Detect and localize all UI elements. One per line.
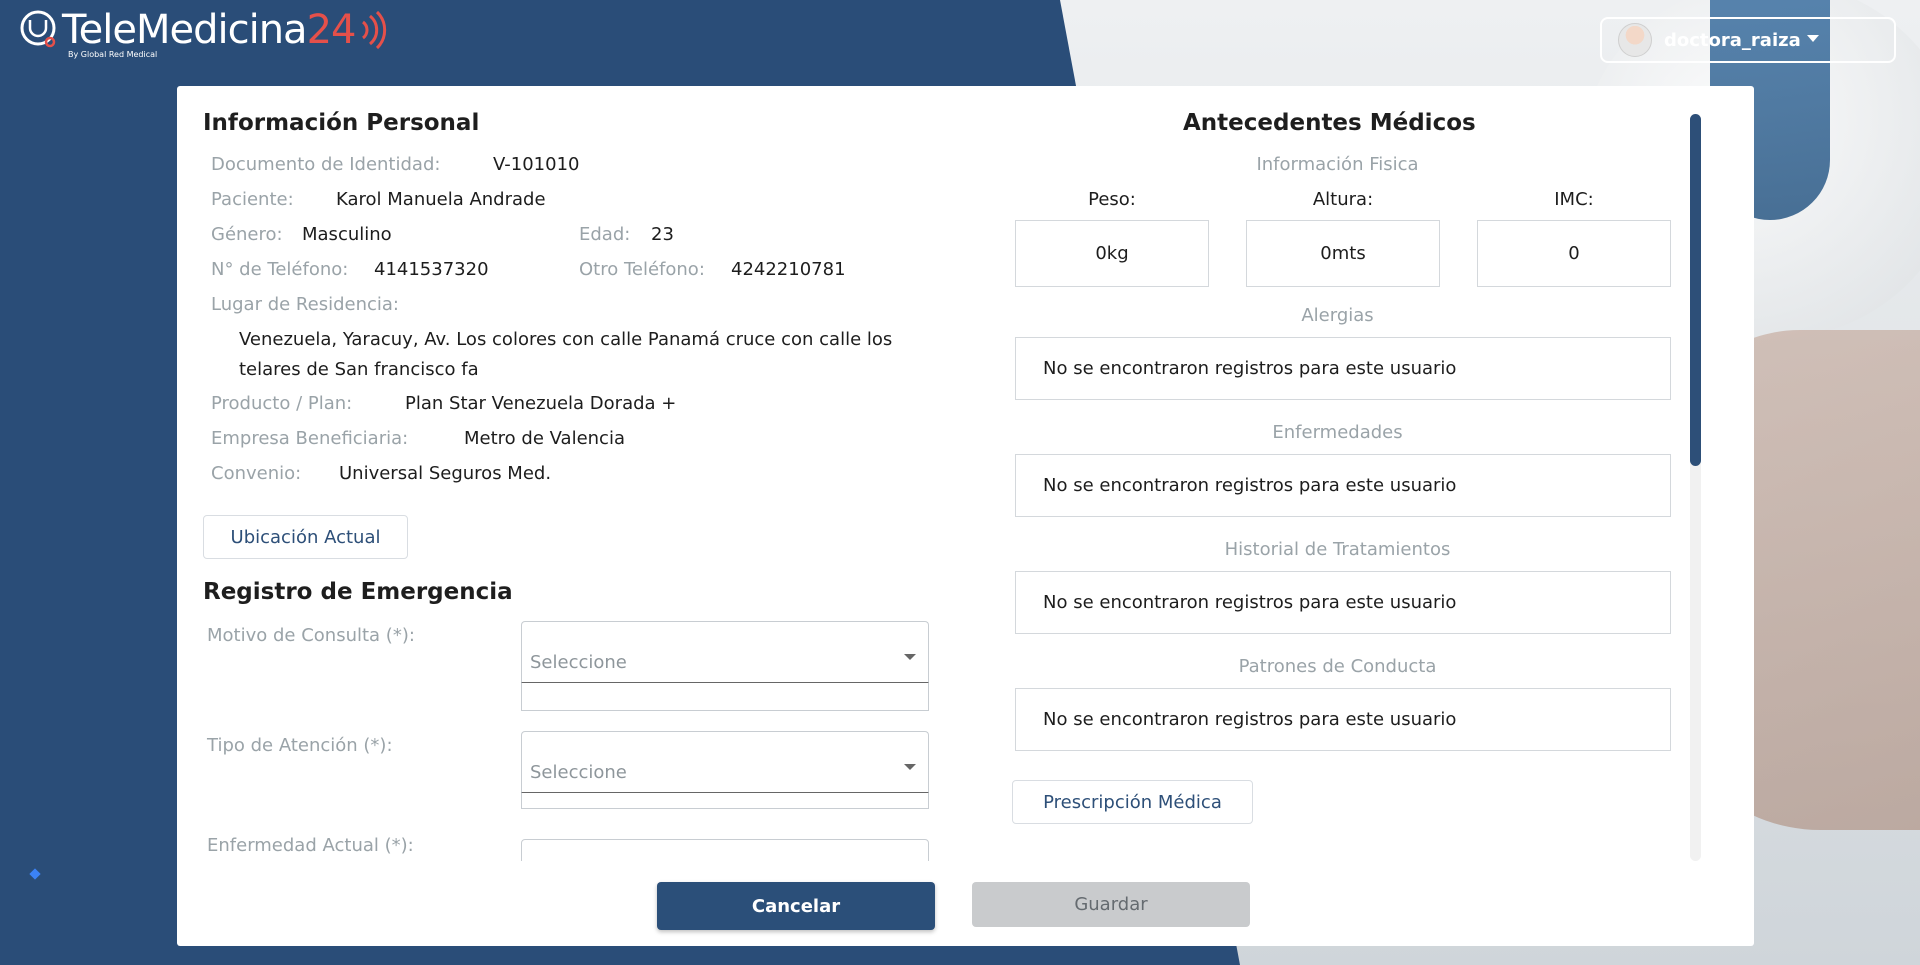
- motivo-extra-field[interactable]: [521, 683, 929, 711]
- imc-value: 0: [1477, 220, 1671, 287]
- telefono-label: N° de Teléfono:: [211, 259, 349, 280]
- personal-info-title: Información Personal: [203, 110, 480, 136]
- stethoscope-icon: [20, 10, 56, 48]
- genero-value: Masculino: [302, 224, 392, 245]
- producto-label: Producto / Plan:: [211, 393, 353, 414]
- prescripcion-medica-button[interactable]: Prescripción Médica: [1012, 780, 1253, 824]
- save-button[interactable]: Guardar: [972, 882, 1250, 927]
- edad-label: Edad:: [579, 224, 631, 245]
- altura-label: Altura:: [1312, 189, 1374, 210]
- chevron-down-icon: [904, 764, 916, 770]
- altura-value: 0mts: [1246, 220, 1440, 287]
- conducta-records: No se encontraron registros para este us…: [1015, 688, 1671, 751]
- genero-label: Género:: [211, 224, 283, 245]
- user-name: doctora_raiza: [1664, 29, 1801, 51]
- alergias-records: No se encontraron registros para este us…: [1015, 337, 1671, 400]
- ubicacion-actual-button[interactable]: Ubicación Actual: [203, 515, 408, 559]
- documento-value: V-101010: [493, 154, 580, 175]
- patient-card: Información Personal Documento de Identi…: [177, 86, 1754, 946]
- enfermedades-records: No se encontraron registros para este us…: [1015, 454, 1671, 517]
- avatar: [1618, 23, 1652, 57]
- telefono-value: 4141537320: [374, 259, 489, 280]
- card-scroll-area[interactable]: Información Personal Documento de Identi…: [177, 86, 1717, 861]
- cancel-button[interactable]: Cancelar: [657, 882, 935, 930]
- app-logo: TeleMedicina24 By Global Red Medical: [16, 8, 387, 60]
- chevron-down-icon: [904, 654, 916, 660]
- medical-history-title: Antecedentes Médicos: [1183, 110, 1476, 136]
- tratamientos-records: No se encontraron registros para este us…: [1015, 571, 1671, 634]
- peso-label: Peso:: [1088, 189, 1136, 210]
- emergency-title: Registro de Emergencia: [203, 579, 513, 605]
- documento-label: Documento de Identidad:: [211, 154, 441, 175]
- motivo-label: Motivo de Consulta (*):: [207, 625, 415, 646]
- edad-value: 23: [651, 224, 674, 245]
- empresa-label: Empresa Beneficiaria:: [211, 428, 409, 449]
- tipo-atencion-label: Tipo de Atención (*):: [207, 735, 393, 756]
- tratamientos-label: Historial de Tratamientos: [1224, 539, 1451, 560]
- conducta-label: Patrones de Conducta: [1238, 656, 1437, 677]
- paciente-value: Karol Manuela Andrade: [336, 189, 546, 210]
- signal-icon: [362, 10, 387, 50]
- convenio-value: Universal Seguros Med.: [339, 463, 552, 484]
- enfermedad-actual-input[interactable]: [521, 839, 929, 861]
- scrollbar-thumb[interactable]: [1690, 114, 1701, 466]
- tipo-atencion-select[interactable]: Seleccione: [521, 731, 929, 793]
- caret-down-icon: [1806, 34, 1819, 42]
- tipo-atencion-placeholder: Seleccione: [530, 762, 627, 783]
- alergias-label: Alergias: [1301, 305, 1374, 326]
- paciente-label: Paciente:: [211, 189, 294, 210]
- vertical-scrollbar[interactable]: [1690, 114, 1701, 861]
- brand-text: TeleMedicina24: [62, 7, 357, 53]
- motivo-select[interactable]: Seleccione: [521, 621, 929, 683]
- motivo-placeholder: Seleccione: [530, 652, 627, 673]
- otro-telefono-value: 4242210781: [731, 259, 846, 280]
- enfermedades-label: Enfermedades: [1272, 422, 1403, 443]
- brand-number: 24: [306, 7, 357, 53]
- residencia-label: Lugar de Residencia:: [211, 294, 399, 315]
- imc-label: IMC:: [1554, 189, 1594, 210]
- producto-value: Plan Star Venezuela Dorada +: [405, 393, 677, 414]
- informacion-fisica-label: Información Fisica: [1256, 154, 1419, 175]
- otro-telefono-label: Otro Teléfono:: [579, 259, 705, 280]
- brand-main: TeleMedicina: [62, 7, 308, 53]
- residencia-value: Venezuela, Yaracuy, Av. Los colores con …: [239, 329, 893, 380]
- side-indicator-icon: [29, 868, 41, 880]
- peso-value: 0kg: [1015, 220, 1209, 287]
- enfermedad-actual-label: Enfermedad Actual (*):: [207, 835, 414, 856]
- empresa-value: Metro de Valencia: [464, 428, 625, 449]
- convenio-label: Convenio:: [211, 463, 302, 484]
- brand-subtitle: By Global Red Medical: [68, 50, 158, 59]
- user-menu-button[interactable]: doctora_raiza: [1600, 17, 1896, 63]
- tipo-atencion-extra-field[interactable]: [521, 793, 929, 809]
